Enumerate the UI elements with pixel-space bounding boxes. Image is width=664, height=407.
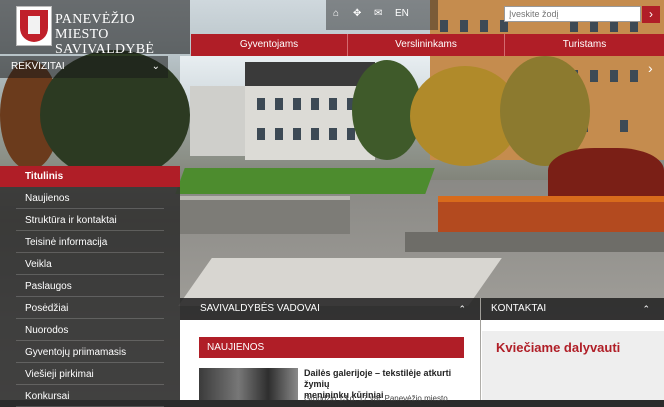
sidebar-item-konkursai[interactable]: Konkursai (16, 386, 164, 407)
chevron-down-icon: ⌄ (151, 61, 160, 72)
search-input[interactable] (504, 6, 641, 22)
section-savivaldybes-vadovai[interactable]: SAVIVALDYBĖS VADOVAI ⌃ (180, 298, 480, 320)
language-switch[interactable]: EN (395, 8, 409, 19)
sidebar-item-teisine-informacija[interactable]: Teisinė informacija (16, 232, 164, 253)
sidebar-item-naujienos[interactable]: Naujienos (16, 188, 164, 209)
tab-verslininkams[interactable]: Verslininkams (348, 34, 504, 56)
search-button[interactable]: › (642, 6, 660, 23)
sidebar-item-nuorodos[interactable]: Nuorodos (16, 320, 164, 341)
news-heading[interactable]: NAUJIENOS (199, 337, 464, 358)
hero-lawn (175, 168, 435, 194)
site-title[interactable]: PANEVĖŽIO MIESTO SAVIVALDYBĖ (55, 12, 190, 57)
hero-curb (405, 232, 664, 252)
rekvizitai-label: REKVIZITAI (11, 61, 65, 72)
tab-turistams[interactable]: Turistams (505, 34, 664, 56)
sidebar-item-veikla[interactable]: Veikla (16, 254, 164, 275)
logo-area[interactable]: PANEVĖŽIO MIESTO SAVIVALDYBĖ (0, 0, 190, 57)
sidebar-item-titulinis[interactable]: Titulinis (0, 166, 180, 187)
audience-nav: Gyventojams Verslininkams Turistams (191, 34, 664, 56)
invite-title[interactable]: Kviečiame dalyvauti (496, 340, 620, 355)
site-title-line1: PANEVĖŽIO MIESTO (55, 12, 135, 42)
rekvizitai-toggle[interactable]: REKVIZITAI ⌄ (0, 56, 168, 78)
sidebar-item-struktura[interactable]: Struktūra ir kontaktai (16, 210, 164, 231)
section-kontaktai[interactable]: KONTAKTAI ⌃ (481, 298, 664, 320)
tab-gyventojams[interactable]: Gyventojams (191, 34, 347, 56)
news-item-text: Gruodžio 13 d. 17 val. Panevėžio miesto (304, 394, 448, 403)
chevron-up-icon: ⌃ (642, 304, 650, 314)
home-icon[interactable]: ⌂ (333, 8, 339, 19)
news-thumbnail[interactable] (199, 368, 298, 400)
sidebar-item-posedziai[interactable]: Posėdžiai (16, 298, 164, 319)
sitemap-icon[interactable]: ✥ (353, 8, 361, 19)
site-title-line2: SAVIVALDYBĖ (55, 42, 155, 57)
hero-fountain (180, 196, 350, 234)
sidebar-item-viesieji-pirkimai[interactable]: Viešieji pirkimai (16, 364, 164, 385)
city-crest-icon (16, 6, 52, 46)
sidebar-item-gyventoju-priimamasis[interactable]: Gyventojų priimamasis (16, 342, 164, 363)
section-kontaktai-label: KONTAKTAI (491, 303, 547, 314)
slider-next-icon[interactable]: › (648, 60, 653, 76)
chevron-up-icon: ⌃ (458, 304, 466, 314)
sidebar-item-paslaugos[interactable]: Paslaugos (16, 276, 164, 297)
section-vadovai-label: SAVIVALDYBĖS VADOVAI (200, 303, 320, 314)
news-item-title-line1: Dailės galerijoje – tekstilėje atkurti ž… (304, 368, 452, 389)
mail-icon[interactable]: ✉ (374, 8, 382, 19)
sidebar-menu: Titulinis Naujienos Struktūra ir kontakt… (0, 166, 180, 407)
